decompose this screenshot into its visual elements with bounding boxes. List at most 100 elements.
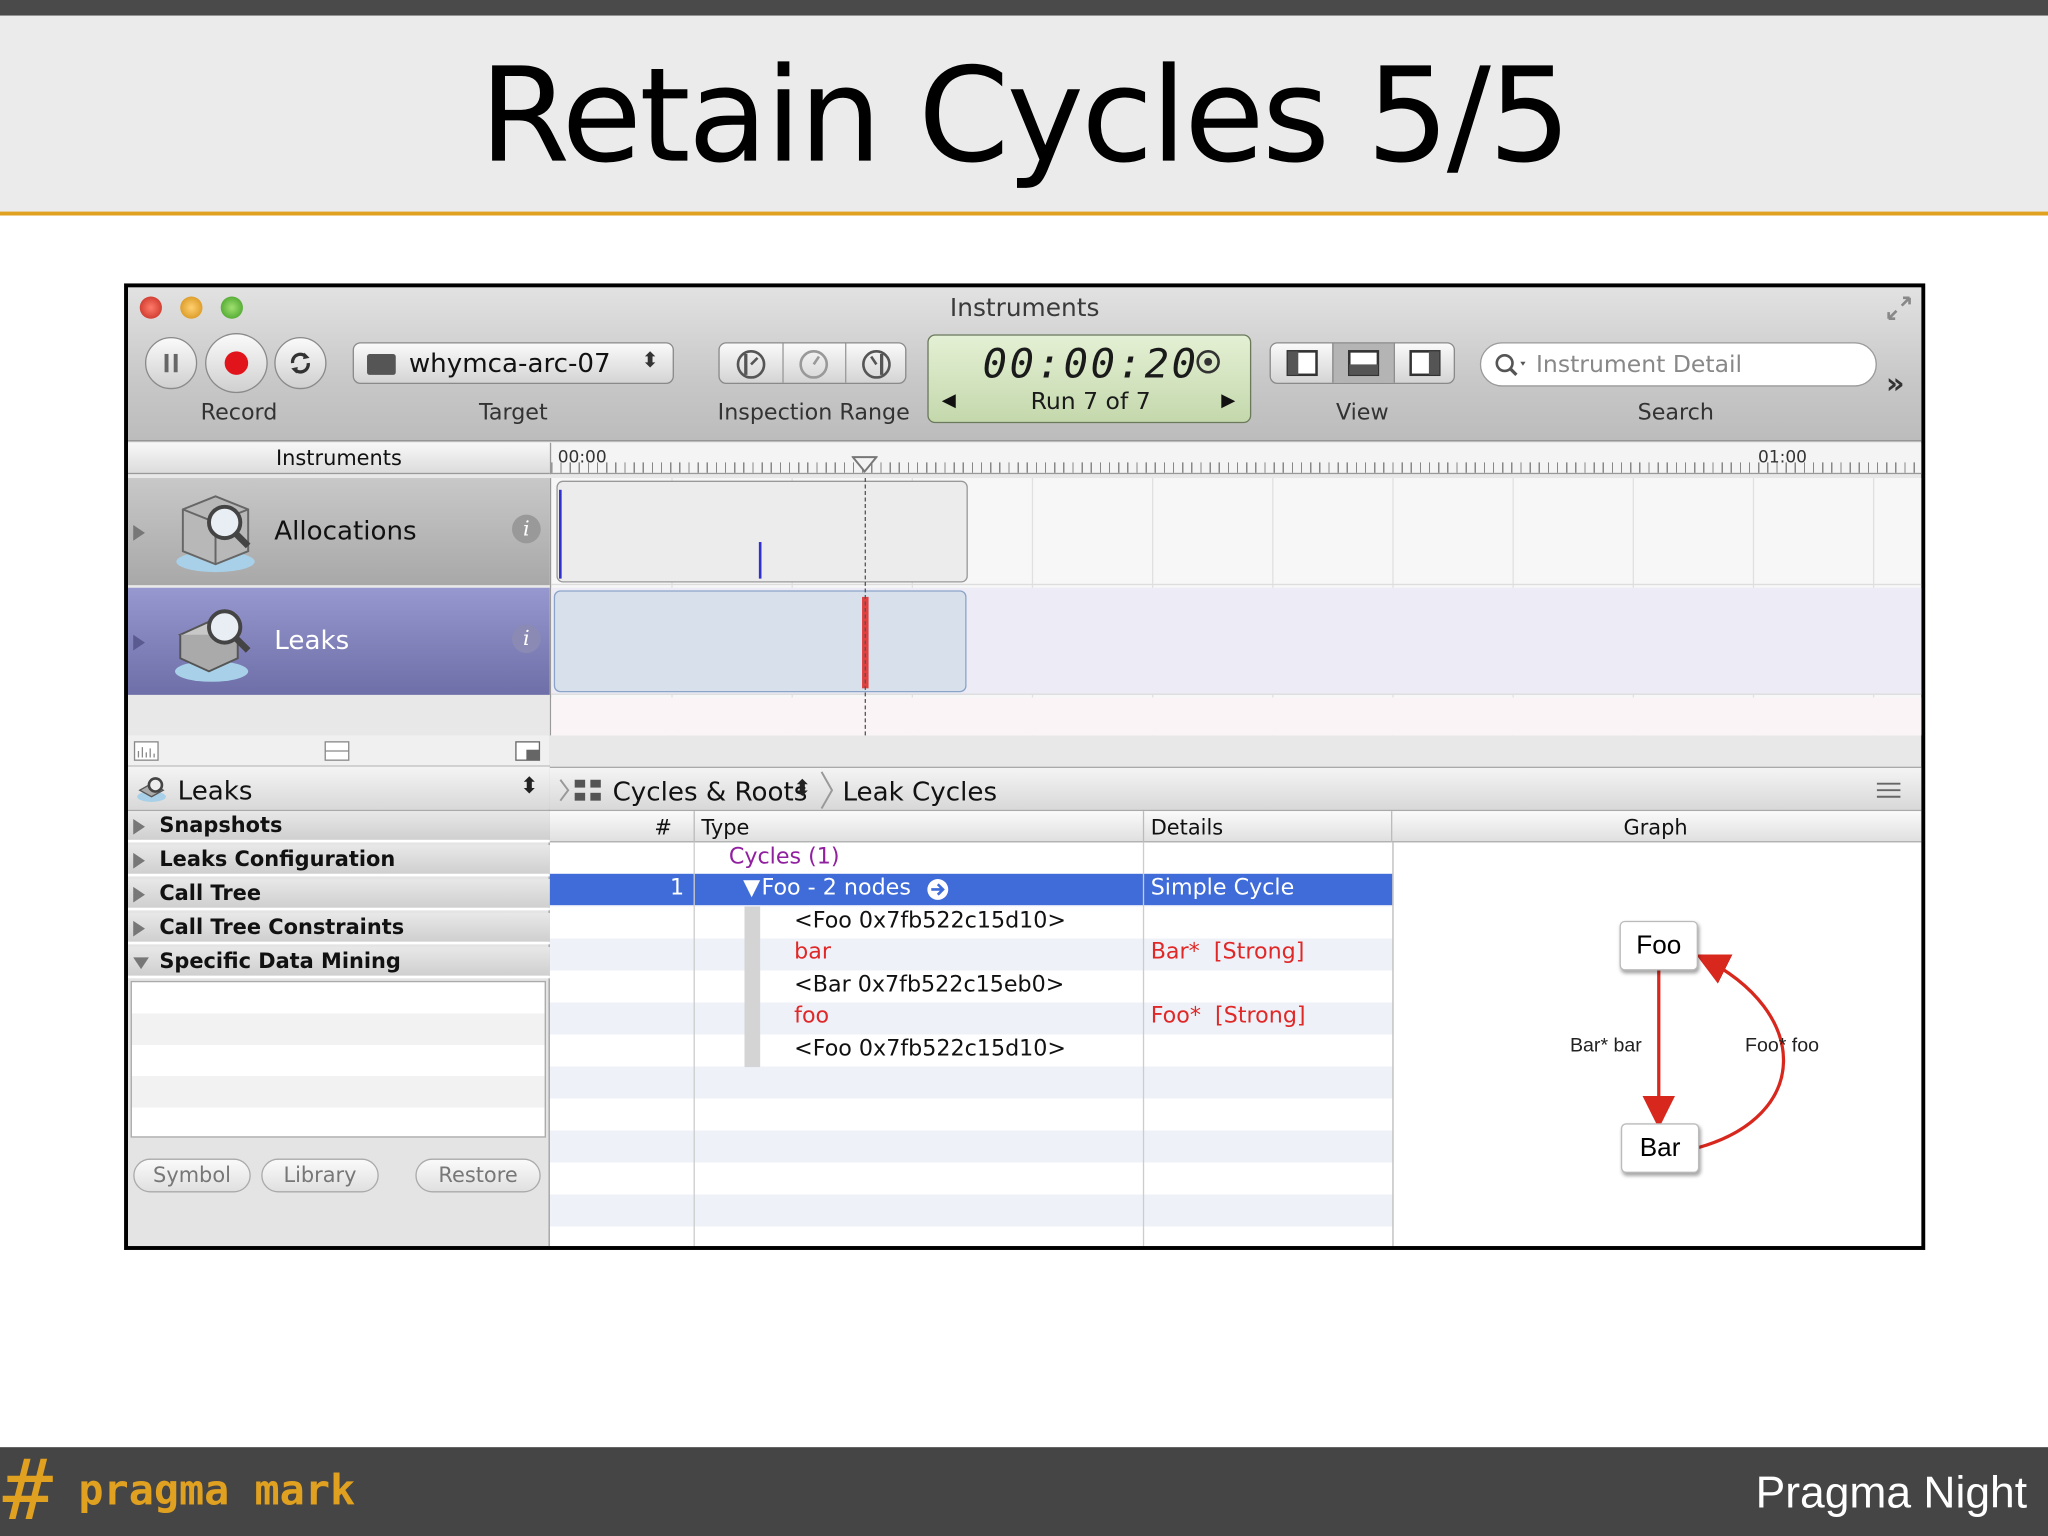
target-label: Target (478, 399, 548, 426)
graph-node-foo[interactable]: Foo (1619, 920, 1698, 971)
chevron-updown-icon: ⬍ (519, 773, 539, 800)
info-icon[interactable]: i (511, 624, 541, 654)
disclosure-triangle-icon[interactable]: ▼ (743, 875, 760, 901)
row-type: Cycles (1) (728, 843, 840, 870)
search-input[interactable]: Instrument Detail (1479, 342, 1877, 387)
menu-lines-icon[interactable] (1874, 781, 1903, 799)
column-graph[interactable]: Graph (1624, 815, 1688, 840)
timer-display: 00:00:20 ◀ Run 7 of 7 ▶ (927, 334, 1252, 424)
symbol-button[interactable]: Symbol (133, 1158, 251, 1193)
fullscreen-icon[interactable] (1883, 293, 1914, 324)
cycles-graph-icon (574, 779, 601, 801)
detail-jump-bar: Cycles & Roots ⬍ Leak Cycles (549, 766, 1922, 812)
row-type: <Foo 0x7fb522c15d10> (794, 1035, 1067, 1062)
section-label: Call Tree Constraints (159, 914, 405, 940)
row-details: Simple Cycle (1150, 875, 1295, 902)
target-app-icon (367, 353, 396, 375)
clock-icon[interactable] (1195, 349, 1221, 375)
cycle-graph[interactable]: Foo Bar Bar* bar Foo* foo (1392, 842, 1922, 1247)
row-type: bar (794, 939, 831, 966)
row-number: 1 (670, 875, 685, 902)
breadcrumb-detail[interactable]: Leak Cycles (842, 776, 997, 807)
edge-label-foo: Foo* foo (1744, 1034, 1820, 1057)
chevron-updown-icon[interactable]: ⬍ (793, 776, 812, 802)
time-ruler[interactable]: 00:00 01:00 (549, 442, 1922, 475)
bar-graph-icon[interactable] (133, 741, 159, 762)
table-row[interactable]: foo Foo* [Strong] (550, 1002, 1392, 1033)
extended-detail-icon[interactable] (515, 741, 541, 762)
disclosure-triangle-icon[interactable] (133, 634, 145, 651)
ruler-end-label: 01:00 (1758, 447, 1807, 468)
view-toggle (1269, 342, 1456, 384)
row-type: Foo - 2 nodes (761, 875, 911, 902)
slide-top-bar (0, 0, 2048, 16)
brand-hash-logo: # (2, 1443, 53, 1536)
next-run-arrow-icon[interactable]: ▶ (1221, 391, 1235, 412)
library-button[interactable]: Library (261, 1158, 379, 1193)
track-leaks[interactable]: Leaks i (127, 587, 550, 695)
info-icon[interactable]: i (511, 514, 541, 544)
toolbar-overflow-icon[interactable]: » (1886, 368, 1905, 401)
pause-button[interactable] (144, 336, 198, 390)
column-number[interactable]: # (654, 815, 672, 840)
section-call-tree[interactable]: Call Tree (127, 879, 550, 911)
empty-graph-row (551, 697, 1922, 736)
range-start-icon[interactable] (735, 349, 766, 380)
table-row[interactable]: <Foo 0x7fb522c15d10> (550, 1034, 1392, 1065)
window-title: Instruments (949, 293, 1100, 323)
table-row[interactable]: <Foo 0x7fb522c15d10> (550, 906, 1392, 937)
window-toolbar: Instruments Record whymca-arc-07 ⬍ Targe… (127, 287, 1922, 442)
table-row[interactable]: bar Bar* [Strong] (550, 938, 1392, 969)
section-snapshots[interactable]: Snapshots (127, 811, 550, 843)
table-row[interactable]: Cycles (1) (550, 842, 1392, 873)
row-type: foo (794, 1003, 830, 1030)
table-header: # Type Details Graph (549, 811, 1922, 843)
row-type: <Bar 0x7fb522c15eb0> (794, 971, 1065, 998)
graph-node-bar[interactable]: Bar (1620, 1123, 1700, 1173)
row-details: Foo* [Strong] (1150, 1003, 1306, 1030)
disclosure-triangle-icon[interactable] (133, 525, 145, 541)
left-pane-icon[interactable] (1286, 350, 1318, 377)
leak-cycles-table: Cycles (1) 1 ▼ Foo - 2 nodes Simple Cycl… (549, 842, 1393, 1247)
instrument-selector[interactable]: Leaks ⬍ (127, 766, 550, 812)
track-graphs-area[interactable] (549, 478, 1922, 736)
playhead-marker-icon[interactable] (851, 456, 878, 474)
inspection-range-control (718, 342, 907, 384)
loop-button[interactable] (274, 336, 327, 390)
range-end-icon[interactable] (861, 349, 892, 380)
allocations-run-block (556, 480, 968, 583)
search-placeholder: Instrument Detail (1535, 351, 1743, 379)
track-name: Leaks (274, 624, 350, 656)
record-icon (224, 351, 249, 375)
target-value: whymca-arc-07 (408, 347, 611, 379)
restore-button[interactable]: Restore (415, 1158, 541, 1193)
brand-name: pragma mark (78, 1465, 356, 1516)
target-selector[interactable]: whymca-arc-07 ⬍ (352, 342, 674, 384)
right-pane-icon[interactable] (1409, 350, 1441, 377)
section-specific-data-mining[interactable]: Specific Data Mining (127, 946, 550, 979)
playhead-line (864, 478, 866, 736)
event-name: Pragma Night (1755, 1468, 2028, 1518)
column-type[interactable]: Type (701, 815, 749, 840)
split-view-icon[interactable] (324, 741, 350, 762)
section-label: Snapshots (159, 812, 283, 838)
range-clear-icon[interactable] (798, 349, 829, 380)
instruments-column-header: Instruments (127, 442, 550, 475)
record-button[interactable] (205, 333, 268, 394)
table-row[interactable]: 1 ▼ Foo - 2 nodes Simple Cycle (550, 874, 1392, 905)
leaks-icon (175, 609, 251, 682)
sidebar-toolbar (127, 735, 550, 767)
run-text: Run 7 of 7 (1030, 387, 1151, 416)
breadcrumb-view[interactable]: Cycles & Roots (613, 776, 808, 807)
section-call-tree-constraints[interactable]: Call Tree Constraints (127, 912, 550, 945)
column-details[interactable]: Details (1151, 815, 1223, 840)
section-leaks-configuration[interactable]: Leaks Configuration (127, 845, 550, 877)
bottom-pane-icon[interactable] (1347, 350, 1380, 377)
refresh-icon (290, 352, 310, 374)
data-mining-list[interactable] (130, 980, 546, 1138)
leaks-small-icon (137, 777, 166, 802)
search-label: Search (1637, 399, 1714, 426)
table-row[interactable]: <Bar 0x7fb522c15eb0> (550, 970, 1392, 1001)
go-arrow-icon[interactable] (925, 878, 951, 902)
track-allocations[interactable]: Allocations i (127, 478, 550, 586)
